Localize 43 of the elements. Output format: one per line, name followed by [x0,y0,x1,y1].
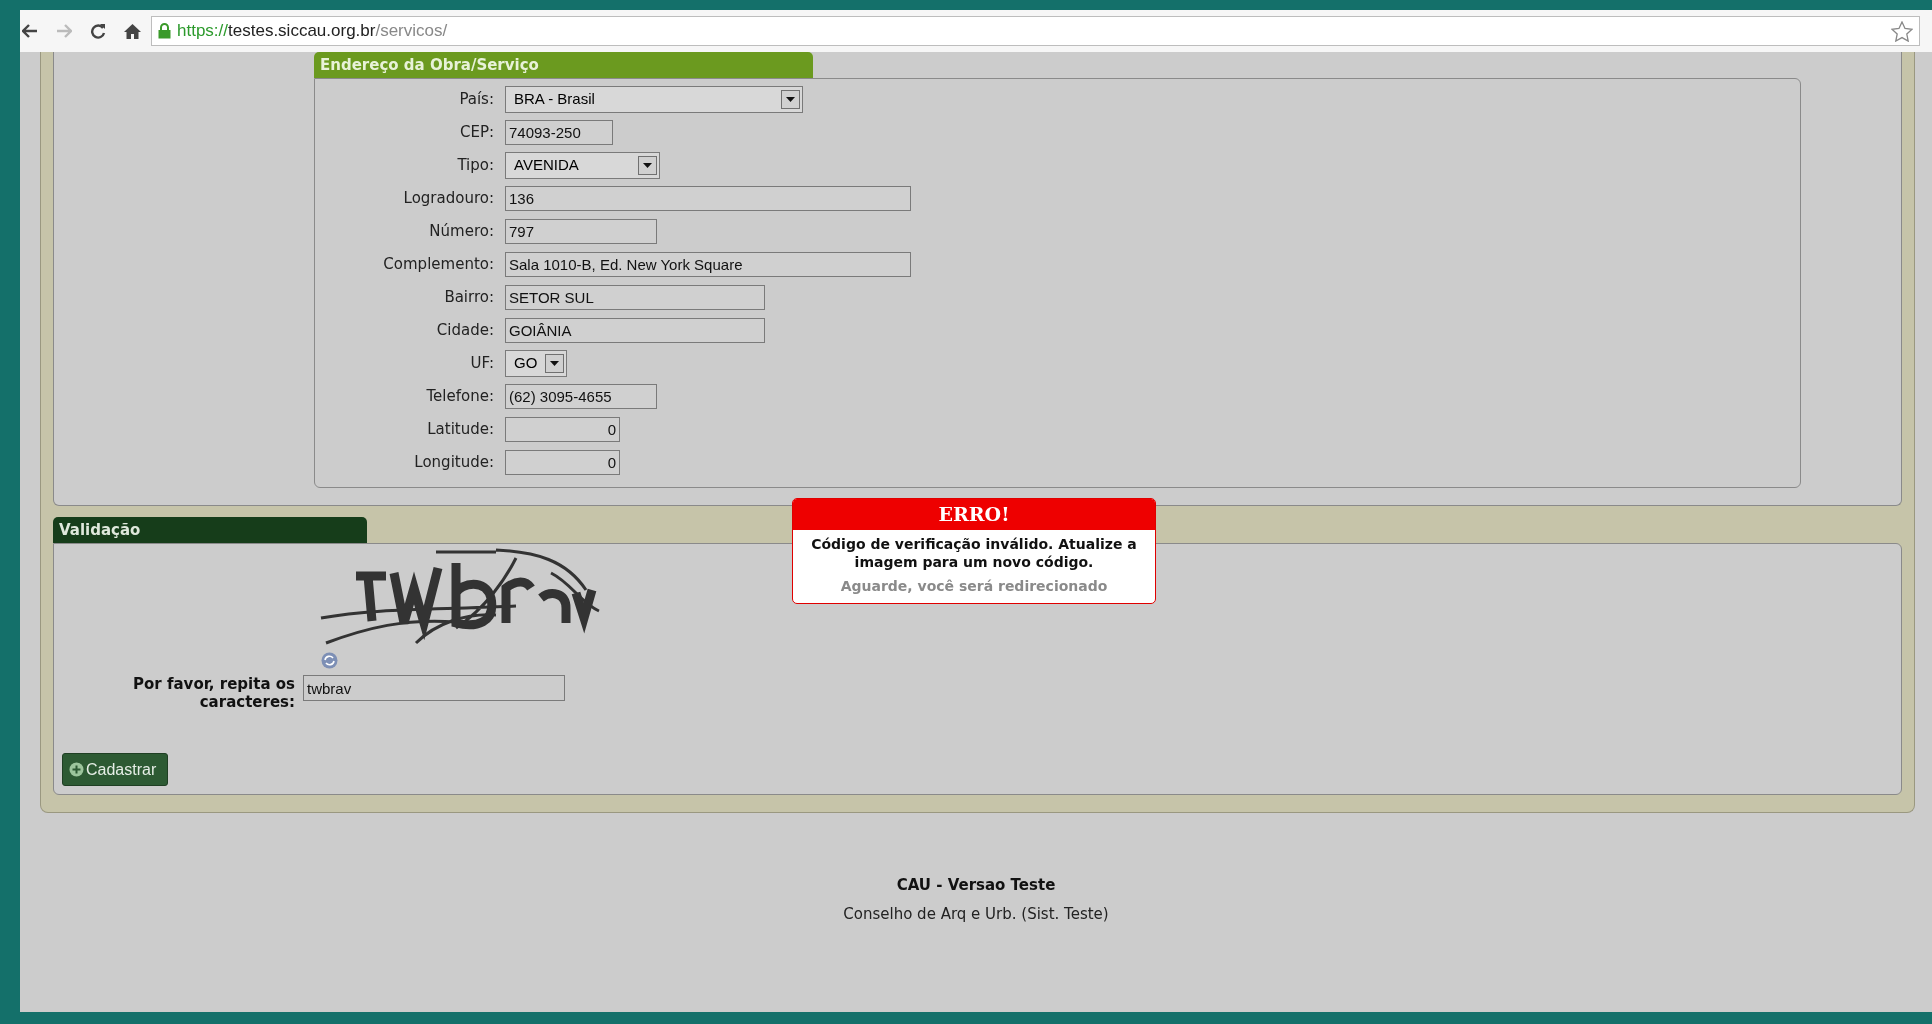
field-label: Latitude: [426,419,495,441]
input-field[interactable]: 0 [505,450,620,475]
redirect-note: Aguarde, você será redirecionado [840,577,1108,596]
field-label: Bairro: [443,287,495,309]
section-header: Validação [53,517,367,543]
dialog-header: ERRO! [793,499,1155,530]
error-message: Código de verificação inválido. Atualize a imagem para um novo código. [810,535,1138,571]
register-button[interactable]: Cadastrar [62,753,168,786]
url-text: https://testes.siccau.org.br/servicos/ [177,20,448,43]
footer-title: CAU - Versao Teste [896,875,1056,896]
select-field[interactable]: AVENIDA [505,152,660,179]
field-label: Cidade: [435,320,495,342]
input-field[interactable]: 0 [505,417,620,442]
field-label: Logradouro: [402,188,495,210]
field-label: Número: [428,221,495,243]
address-bar[interactable]: https://testes.siccau.org.br/servicos/ [151,16,1920,46]
select-field[interactable]: BRA - Brasil [505,86,803,113]
input-field[interactable]: SETOR SUL [505,285,765,310]
field-label: UF: [469,353,495,375]
back-arrow-icon[interactable] [22,24,38,38]
field-label: CEP: [458,122,495,144]
input-field[interactable]: 797 [505,219,657,244]
input-field[interactable]: 136 [505,186,911,211]
input-field[interactable]: Sala 1010-B, Ed. New York Square [505,252,911,277]
field-label: Complemento: [382,254,495,276]
footer-subtitle: Conselho de Arq e Urb. (Sist. Teste) [843,903,1109,925]
star-icon[interactable] [1891,20,1913,42]
input-field[interactable]: GOIÂNIA [505,318,765,343]
field-label: Telefone: [425,386,495,408]
refresh-icon[interactable] [321,652,338,669]
field-label: Longitude: [413,452,495,474]
section-header: Endereço da Obra/Serviço [314,52,813,78]
select-field[interactable]: GO [505,350,567,377]
input-field[interactable]: 74093-250 [505,120,613,145]
lock-icon [158,23,171,39]
home-icon[interactable] [124,23,141,39]
plus-circle-icon [69,762,84,777]
field-label: Tipo: [456,155,495,177]
input-field[interactable]: (62) 3095-4655 [505,384,657,409]
field-label: País: [458,89,495,111]
captcha-input-field[interactable]: twbrav [303,675,565,701]
captcha-label: Por favor, repita os caracteres: [132,675,296,711]
reload-icon[interactable] [90,23,106,39]
